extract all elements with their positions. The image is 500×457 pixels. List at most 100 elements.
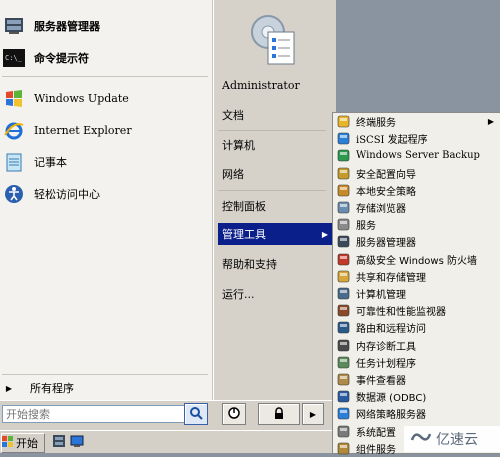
submenu-item-label: Windows Server Backup [356, 150, 480, 162]
divider [2, 374, 208, 375]
search-button[interactable] [184, 403, 208, 425]
component-services-icon [336, 441, 350, 455]
quicklaunch-server-manager[interactable] [52, 434, 66, 451]
pinned-label: 命令提示符 [34, 52, 89, 65]
search-icon [189, 406, 203, 423]
recent-label: 轻松访问中心 [34, 188, 100, 201]
submenu-item-label: 内存诊断工具 [356, 341, 416, 353]
task-scheduler-icon [336, 355, 350, 369]
submenu-item-label: 可靠性和性能监视器 [356, 307, 446, 319]
submenu-item-label: iSCSI 发起程序 [356, 135, 428, 147]
svg-text:C:\_: C:\_ [5, 54, 23, 62]
submenu-item-label: 事件查看器 [356, 376, 406, 387]
all-programs-button[interactable]: ▶ 所有程序 [0, 376, 211, 400]
submenu-item-label: 计算机管理 [356, 290, 406, 301]
submenu-item[interactable]: iSCSI 发起程序 [332, 130, 500, 147]
right-item-admin-tools[interactable]: 管理工具 ▶ [218, 223, 332, 245]
recent-notepad[interactable]: 记事本 [2, 148, 208, 176]
right-item-help[interactable]: 帮助和支持 [218, 253, 332, 275]
right-item-label: 文档 [222, 109, 244, 122]
watermark-text: 亿速云 [436, 432, 478, 448]
submenu-item[interactable]: 数据源 (ODBC) [332, 388, 500, 405]
services-icon [336, 218, 350, 232]
storage-explorer-icon [336, 201, 350, 215]
server-manager-icon [52, 435, 66, 451]
right-item-label: 帮助和支持 [222, 258, 277, 271]
power-options-button[interactable]: ▶ [302, 403, 324, 425]
submenu-item[interactable]: 内存诊断工具 [332, 337, 500, 354]
ease-of-access-icon [2, 182, 26, 206]
submenu-item-label: 组件服务 [356, 444, 396, 456]
right-item-label: 网络 [222, 168, 244, 181]
divider [2, 76, 208, 77]
server-manager-icon [336, 235, 350, 249]
cmd-icon: C:\_ [2, 46, 26, 70]
submenu-item[interactable]: 路由和远程访问 [332, 319, 500, 336]
divider [218, 190, 326, 191]
right-item-label: 计算机 [222, 139, 255, 152]
submenu-item-label: 路由和远程访问 [356, 324, 426, 336]
power-icon [228, 406, 240, 422]
right-item-administrator[interactable]: Administrator [218, 74, 332, 96]
right-item-run[interactable]: 运行... [218, 283, 332, 305]
submenu-item[interactable]: Windows Server Backup [332, 147, 500, 164]
submenu-item[interactable]: 服务 [332, 216, 500, 233]
pinned-command-prompt[interactable]: C:\_ 命令提示符 [2, 44, 208, 72]
recent-internet-explorer[interactable]: Internet Explorer [2, 116, 208, 144]
submenu-item[interactable]: 事件查看器 [332, 371, 500, 388]
submenu-item-label: 存储浏览器 [356, 204, 406, 215]
internet-explorer-icon [2, 118, 26, 142]
recent-label: Internet Explorer [34, 123, 132, 137]
submenu-item[interactable]: 高级安全 Windows 防火墙 [332, 251, 500, 268]
submenu-item-label: 网络策略服务器 [356, 410, 426, 422]
submenu-item-label: 安全配置向导 [356, 169, 416, 181]
all-programs-label: 所有程序 [30, 382, 74, 395]
lock-button[interactable] [258, 403, 300, 425]
submenu-item[interactable]: 服务器管理器 [332, 233, 500, 250]
windows-logo-icon [2, 435, 14, 451]
arrow-right-icon: ▶ [321, 229, 328, 239]
nps-icon [336, 407, 350, 421]
submenu-item[interactable]: 存储浏览器 [332, 199, 500, 216]
search-input[interactable] [2, 405, 186, 423]
recent-ease-of-access[interactable]: 轻松访问中心 [2, 180, 208, 208]
computer-management-icon [336, 287, 350, 301]
quicklaunch-desktop[interactable] [70, 434, 84, 451]
arrow-right-icon: ▶ [487, 117, 494, 126]
divider [218, 130, 326, 131]
right-item-documents[interactable]: 文档 [218, 104, 332, 126]
submenu-item[interactable]: 安全配置向导 [332, 165, 500, 182]
event-viewer-icon [336, 373, 350, 387]
right-item-network[interactable]: 网络 [218, 163, 332, 185]
local-security-policy-icon [336, 183, 350, 197]
submenu-item[interactable]: 终端服务 ▶ [332, 113, 500, 130]
right-item-control-panel[interactable]: 控制面板 [218, 195, 332, 217]
backup-icon [336, 149, 350, 163]
security-wizard-icon [336, 166, 350, 180]
start-button[interactable]: 开始 [1, 433, 45, 453]
routing-icon [336, 321, 350, 335]
submenu-item[interactable]: 本地安全策略 [332, 182, 500, 199]
submenu-item[interactable]: 计算机管理 [332, 285, 500, 302]
folder-icon [336, 115, 350, 129]
notepad-icon [2, 150, 26, 174]
submenu-item-label: 任务计划程序 [356, 358, 416, 370]
recent-label: 记事本 [34, 156, 67, 169]
submenu-item-label: 高级安全 Windows 防火墙 [356, 255, 477, 267]
odbc-icon [336, 390, 350, 404]
right-item-label: 运行... [222, 288, 255, 301]
submenu-item[interactable]: 可靠性和性能监视器 [332, 302, 500, 319]
performance-monitor-icon [336, 304, 350, 318]
right-item-computer[interactable]: 计算机 [218, 134, 332, 156]
submenu-item[interactable]: 共享和存储管理 [332, 268, 500, 285]
pinned-label: 服务器管理器 [34, 20, 100, 33]
submenu-item-label: 数据源 (ODBC) [356, 393, 427, 405]
shutdown-button[interactable] [222, 403, 246, 425]
pinned-server-manager[interactable]: 服务器管理器 [2, 12, 208, 40]
submenu-item[interactable]: 任务计划程序 [332, 354, 500, 371]
submenu-item[interactable]: 网络策略服务器 [332, 405, 500, 422]
recent-windows-update[interactable]: Windows Update [2, 84, 208, 112]
system-config-icon [336, 424, 350, 438]
memory-diagnostic-icon [336, 338, 350, 352]
submenu-item-label: 系统配置 [356, 427, 396, 439]
